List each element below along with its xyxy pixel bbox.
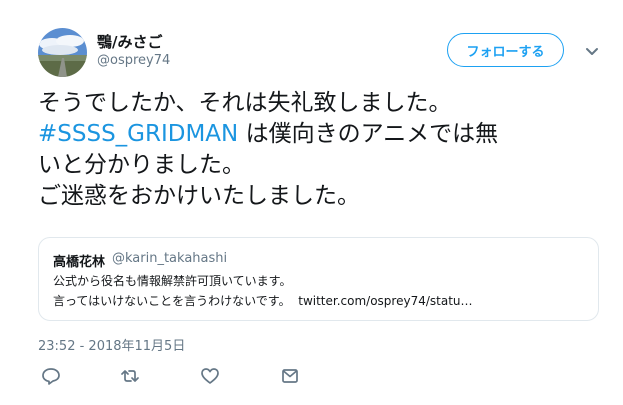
dm-icon[interactable] (280, 366, 300, 386)
tweet-line-3: いと分かりました。 (38, 152, 245, 178)
quote-text-line-2: 言ってはいけないことを言うわけないです。 twitter.com/osprey7… (53, 292, 473, 309)
quote-link[interactable]: twitter.com/osprey74/statu… (298, 294, 472, 308)
quote-text-line-1: 公式から役名も情報解禁許可頂いています。 (53, 274, 292, 288)
follow-button[interactable]: フォローする (447, 33, 564, 67)
hashtag-link[interactable]: #SSSS_GRIDMAN (38, 121, 238, 147)
quote-author-name: 高橋花林 (53, 255, 106, 270)
timestamp[interactable]: 23:52 - 2018年11月5日 (38, 335, 185, 354)
tweet-line-2-text: は僕向きのアニメでは無 (238, 121, 499, 147)
tweet-line-2: #SSSS_GRIDMAN は僕向きのアニメでは無 (38, 119, 608, 150)
quote-author-handle: @karin_takahashi (112, 251, 228, 266)
retweet-icon[interactable] (120, 366, 140, 386)
tweet-line-1: そうでしたか、それは失礼致しました。 (38, 90, 452, 116)
chevron-down-icon[interactable] (583, 42, 601, 60)
quoted-tweet[interactable]: 高橋花林 @karin_takahashi 公式から役名も情報解禁許可頂いていま… (38, 237, 599, 321)
display-name[interactable]: 鶚/みさご (97, 33, 162, 51)
user-handle[interactable]: @osprey74 (97, 53, 170, 69)
like-icon[interactable] (200, 366, 220, 386)
reply-icon[interactable] (41, 366, 61, 386)
quote-text-line-2-text: 言ってはいけないことを言うわけないです。 (53, 294, 291, 308)
tweet-text: そうでしたか、それは失礼致しました。 #SSSS_GRIDMAN は僕向きのアニ… (38, 88, 608, 212)
avatar[interactable] (38, 28, 87, 77)
tweet-line-4: ご迷惑をおかけいたしました。 (38, 183, 360, 209)
